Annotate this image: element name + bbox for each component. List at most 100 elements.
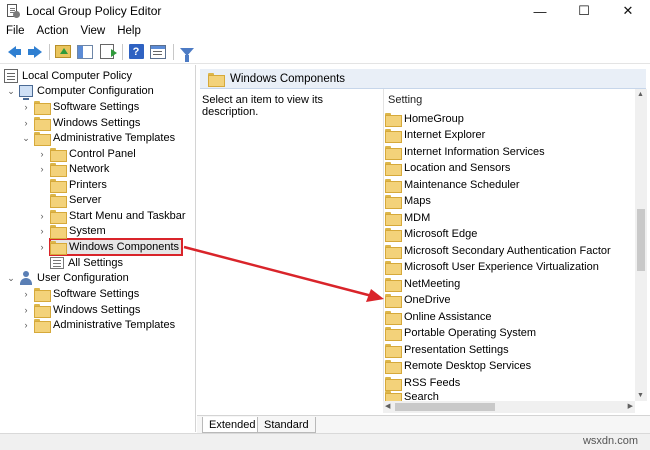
chevron-right-icon[interactable]: › — [37, 149, 47, 159]
maximize-button[interactable]: ☐ — [562, 0, 606, 22]
close-button[interactable]: ✕ — [606, 0, 650, 22]
list-item[interactable]: Internet Explorer — [385, 127, 485, 143]
list-item[interactable]: HomeGroup — [385, 111, 464, 127]
list-item-label: Internet Explorer — [404, 129, 486, 141]
chevron-right-icon[interactable]: › — [37, 164, 47, 174]
tree-item-control-panel[interactable]: › Control Panel — [37, 146, 136, 162]
back-button[interactable] — [2, 42, 22, 62]
tree-item-label: Start Menu and Taskbar — [69, 210, 186, 222]
tree-item-cc-software-settings[interactable]: › Software Settings — [21, 99, 139, 115]
scroll-left-icon[interactable]: ◀ — [385, 402, 390, 410]
chevron-right-icon[interactable]: › — [21, 118, 31, 128]
tree-item-label: Network — [69, 163, 110, 175]
chevron-right-icon[interactable]: › — [21, 305, 31, 315]
folder-icon — [385, 360, 402, 374]
tab-extended[interactable]: Extended — [202, 417, 263, 433]
up-one-level-button[interactable] — [53, 42, 73, 62]
tree-item-uc-administrative-templates[interactable]: › Administrative Templates — [21, 317, 175, 333]
group-policy-app-icon — [6, 4, 20, 18]
list-item[interactable]: Internet Information Services — [385, 144, 545, 160]
list-item[interactable]: Microsoft Secondary Authentication Facto… — [385, 243, 611, 259]
tree-item-all-settings[interactable]: All Settings — [50, 255, 123, 271]
folder-icon — [50, 179, 67, 193]
tree-item-uc-windows-settings[interactable]: › Windows Settings — [21, 302, 140, 318]
chevron-right-icon[interactable]: › — [37, 211, 47, 221]
filter-icon — [180, 47, 194, 62]
folder-icon — [34, 132, 51, 146]
horizontal-scrollbar[interactable]: ◀ ▶ — [383, 401, 635, 413]
forward-button[interactable] — [24, 42, 44, 62]
list-item[interactable]: Online Assistance — [385, 309, 491, 325]
vertical-scrollbar[interactable]: ▲ ▼ — [635, 89, 647, 401]
help-button[interactable]: ? — [126, 42, 146, 62]
folder-icon — [385, 162, 402, 176]
tree-pane[interactable]: Local Computer Policy ⌄ Computer Configu… — [0, 65, 196, 432]
chevron-down-icon[interactable]: ⌄ — [6, 86, 16, 96]
column-header-setting[interactable]: Setting — [388, 94, 422, 106]
export-list-button[interactable] — [97, 42, 117, 62]
tree-item-computer-configuration[interactable]: ⌄ Computer Configuration — [6, 83, 154, 100]
tree-item-user-configuration[interactable]: ⌄ User Configuration — [6, 270, 129, 286]
chevron-right-icon[interactable]: › — [21, 320, 31, 330]
tree-item-printers[interactable]: Printers — [50, 177, 107, 193]
list-item-label: RSS Feeds — [404, 377, 461, 389]
list-item[interactable]: Microsoft User Experience Virtualization — [385, 259, 599, 275]
list-item[interactable]: MDM — [385, 210, 430, 226]
list-item-label: Maps — [404, 195, 431, 207]
scroll-down-icon[interactable]: ▼ — [637, 392, 644, 399]
tree-item-local-computer-policy[interactable]: Local Computer Policy — [4, 68, 132, 84]
filter-button[interactable] — [177, 42, 197, 62]
list-item[interactable]: Remote Desktop Services — [385, 358, 531, 374]
list-item-label: NetMeeting — [404, 278, 461, 290]
tab-standard[interactable]: Standard — [257, 417, 316, 433]
all-settings-icon — [50, 257, 64, 269]
minimize-button[interactable]: — — [518, 0, 562, 22]
scroll-up-icon[interactable]: ▲ — [637, 91, 644, 98]
chevron-right-icon[interactable]: › — [37, 226, 47, 236]
menu-view[interactable]: View — [75, 25, 112, 37]
tree-item-cc-administrative-templates[interactable]: ⌄ Administrative Templates — [21, 130, 175, 146]
chevron-right-icon[interactable]: › — [21, 102, 31, 112]
tree-item-cc-windows-settings[interactable]: › Windows Settings — [21, 115, 140, 131]
list-item[interactable]: Search — [385, 391, 439, 401]
toolbar: ? — [0, 40, 650, 64]
menu-help[interactable]: Help — [111, 25, 147, 37]
menu-action[interactable]: Action — [31, 25, 75, 37]
list-item[interactable]: OneDrive — [385, 292, 450, 308]
folder-icon — [385, 327, 402, 341]
list-item-label: Location and Sensors — [404, 162, 511, 174]
folder-icon — [385, 195, 402, 209]
list-item[interactable]: Maps — [385, 193, 431, 209]
tree-item-server[interactable]: Server — [50, 192, 101, 208]
chevron-right-icon[interactable]: › — [37, 242, 47, 252]
list-item[interactable]: Microsoft Edge — [385, 226, 477, 242]
list-item-label: Microsoft Secondary Authentication Facto… — [404, 245, 611, 257]
tree-item-label: User Configuration — [37, 272, 129, 284]
show-hide-tree-button[interactable] — [75, 42, 95, 62]
tree-item-system[interactable]: › System — [37, 223, 106, 239]
scrollbar-thumb[interactable] — [637, 209, 645, 271]
toolbar-separator — [49, 43, 50, 60]
tree-item-start-menu-and-taskbar[interactable]: › Start Menu and Taskbar — [37, 208, 186, 224]
export-list-icon — [100, 44, 117, 59]
list-item[interactable]: RSS Feeds — [385, 375, 460, 391]
chevron-down-icon[interactable]: ⌄ — [21, 133, 31, 143]
list-item[interactable]: Presentation Settings — [385, 342, 509, 358]
scroll-right-icon[interactable]: ▶ — [628, 402, 633, 410]
list-item[interactable]: NetMeeting — [385, 276, 460, 292]
menu-file[interactable]: File — [0, 25, 31, 37]
tree-item-windows-components[interactable]: › Windows Components — [37, 239, 179, 255]
list-item-label: Presentation Settings — [404, 344, 509, 356]
folder-icon — [50, 163, 67, 177]
list-item[interactable]: Maintenance Scheduler — [385, 177, 520, 193]
list-item[interactable]: Location and Sensors — [385, 160, 510, 176]
chevron-right-icon[interactable]: › — [21, 289, 31, 299]
tree-item-uc-software-settings[interactable]: › Software Settings — [21, 286, 139, 302]
tree-item-network[interactable]: › Network — [37, 161, 109, 177]
chevron-down-icon[interactable]: ⌄ — [6, 273, 16, 283]
window-title: Local Group Policy Editor — [26, 4, 162, 18]
folder-icon — [50, 241, 67, 255]
list-item[interactable]: Portable Operating System — [385, 325, 536, 341]
scrollbar-thumb[interactable] — [395, 403, 495, 411]
properties-button[interactable] — [148, 42, 168, 62]
